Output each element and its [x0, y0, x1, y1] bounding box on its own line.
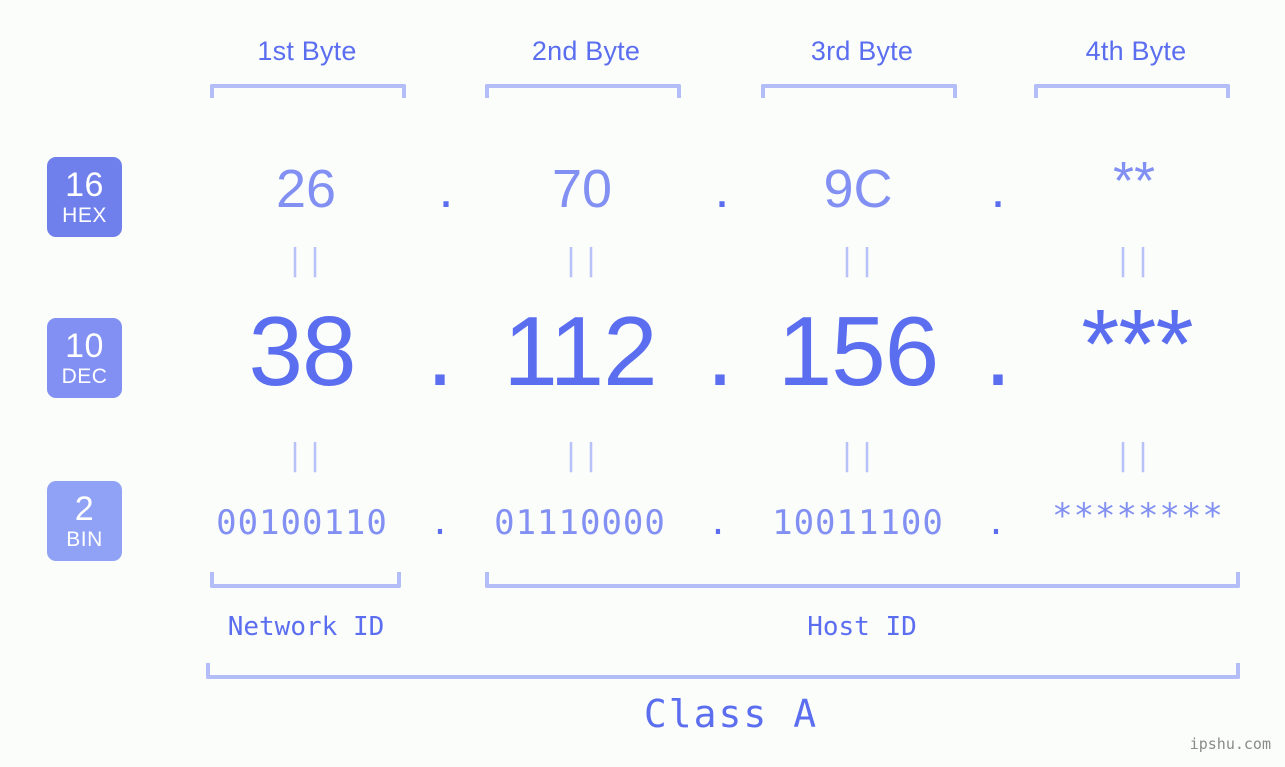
base-badge-hex-name: HEX	[62, 204, 107, 227]
equality-mark-dec-bin-2: ||	[561, 438, 603, 473]
base-badge-bin-name: BIN	[66, 528, 103, 551]
equality-mark-hex-dec-4: ||	[1113, 243, 1155, 278]
ip-breakdown-diagram: 1st Byte 2nd Byte 3rd Byte 4th Byte 16 H…	[0, 0, 1285, 767]
equality-mark-dec-bin-4: ||	[1113, 438, 1155, 473]
bin-byte-4: ********	[1052, 496, 1224, 536]
base-badge-bin-number: 2	[74, 490, 95, 528]
dec-byte-3: 156	[777, 296, 940, 406]
hex-byte-3: 9C	[823, 159, 893, 219]
dec-byte-4: ***	[1081, 289, 1193, 399]
base-badge-dec-number: 10	[65, 327, 104, 365]
base-badge-dec: 10 DEC	[47, 318, 122, 398]
equality-mark-hex-dec-2: ||	[561, 243, 603, 278]
dec-byte-1: 38	[248, 296, 356, 406]
hex-separator-2: .	[714, 159, 730, 219]
byte-bracket-1	[210, 84, 406, 98]
network-id-bracket	[210, 572, 401, 588]
hex-separator-3: .	[990, 159, 1006, 219]
byte-header-2: 2nd Byte	[531, 36, 641, 66]
byte-header-4: 4th Byte	[1085, 36, 1187, 66]
base-badge-dec-name: DEC	[61, 365, 108, 388]
byte-bracket-4	[1034, 84, 1230, 98]
bin-byte-3: 10011100	[772, 503, 944, 543]
dec-byte-2: 112	[503, 296, 657, 406]
bin-byte-2: 01110000	[494, 503, 666, 543]
bin-separator-1: .	[429, 503, 451, 543]
site-watermark: ipshu.com	[1189, 735, 1271, 753]
dec-separator-1: .	[426, 296, 454, 406]
network-id-label: Network ID	[227, 612, 385, 642]
base-badge-hex: 16 HEX	[47, 157, 122, 237]
bin-byte-1: 00100110	[216, 503, 388, 543]
base-badge-bin: 2 BIN	[47, 481, 122, 561]
byte-bracket-2	[485, 84, 681, 98]
bin-separator-2: .	[707, 503, 729, 543]
equality-mark-dec-bin-1: ||	[285, 438, 327, 473]
host-id-bracket	[485, 572, 1240, 588]
equality-mark-dec-bin-3: ||	[837, 438, 879, 473]
equality-mark-hex-dec-3: ||	[837, 243, 879, 278]
byte-header-3: 3rd Byte	[810, 36, 914, 66]
host-id-label: Host ID	[807, 612, 917, 642]
hex-byte-4: **	[1112, 151, 1156, 211]
byte-header-1: 1st Byte	[257, 36, 357, 66]
base-badge-hex-number: 16	[65, 166, 104, 204]
hex-separator-1: .	[438, 159, 454, 219]
hex-byte-2: 70	[551, 159, 613, 219]
hex-byte-1: 26	[275, 159, 337, 219]
bin-separator-3: .	[985, 503, 1007, 543]
class-label: Class A	[643, 692, 819, 736]
class-bracket	[206, 663, 1240, 679]
dec-separator-3: .	[984, 296, 1012, 406]
byte-bracket-3	[761, 84, 957, 98]
equality-mark-hex-dec-1: ||	[285, 243, 327, 278]
dec-separator-2: .	[706, 296, 734, 406]
